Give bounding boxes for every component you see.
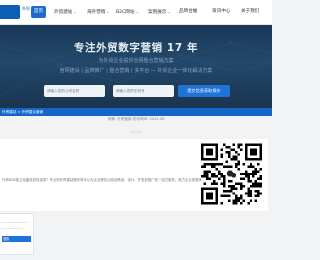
hero-title: 专注外贸数字营销 17 年 — [73, 42, 199, 54]
logo-text: 外贸 — [22, 6, 30, 11]
bottom-widget: 搜索 — [0, 213, 34, 255]
hero-banner: 专注外贸数字营销 17 年 为外贸企业提供全网整合营销方案 官网建设 | 品牌推… — [0, 25, 272, 108]
chevron-down-icon: ⌄ — [106, 9, 110, 14]
hero-tagline: 官网建设 | 品牌推广 | 整合营销 | 多平台 — 外贸企业一体化解决方案 — [59, 68, 213, 74]
page-indicator: 11 / 1 — [130, 130, 142, 134]
divider — [1, 228, 23, 229]
nav-item-news[interactable]: 资讯中心 — [212, 6, 230, 18]
site-logo[interactable] — [0, 5, 20, 19]
get-quote-button[interactable]: 提交信息获取报价 — [178, 85, 230, 97]
top-navigation: 外贸 首页 外贸建站⌄ 海外营销⌄ B2C网站⌄ 案例展示⌄ 品牌台推 资讯中心… — [0, 0, 272, 25]
article-meta: 来源: 外贸营销 发布时间: 2024-06 — [107, 117, 165, 121]
chevron-down-icon: ⌄ — [73, 9, 77, 14]
nav-item-overseas-marketing[interactable]: 海外营销⌄ — [87, 6, 110, 18]
nav-item-cases[interactable]: 案例展示⌄ — [148, 6, 171, 18]
nav-item-brand[interactable]: 品牌台推 — [179, 6, 197, 18]
company-name-input[interactable]: 请输入您的公司名称 — [44, 85, 105, 97]
nav-item-home[interactable]: 首页 — [31, 6, 46, 18]
chevron-down-icon: ⌄ — [135, 9, 139, 14]
wechat-qr-code — [201, 143, 262, 205]
search-button[interactable]: 搜索 — [2, 236, 31, 242]
nav-item-about[interactable]: 关于我们 — [241, 6, 259, 18]
breadcrumb-bar: 外贸建站 > 外贸整合营销 — [0, 108, 272, 116]
breadcrumb[interactable]: 外贸建站 > 外贸整合营销 — [2, 108, 43, 116]
chevron-down-icon: ⌄ — [167, 9, 171, 14]
divider — [1, 222, 29, 223]
phone-input[interactable]: 请输入您的手机号 — [113, 85, 174, 97]
hero-subtitle: 为外贸企业提供全网整合营销方案 — [98, 58, 174, 64]
article-text: 外贸B2B独立站建设如何选择？专业的外贸建站服务商可以为企业提供从网站策划、设计… — [2, 178, 216, 182]
nav-item-b2c[interactable]: B2C网站⌄ — [116, 6, 139, 18]
nav-item-site-building[interactable]: 外贸建站⌄ — [54, 6, 77, 18]
